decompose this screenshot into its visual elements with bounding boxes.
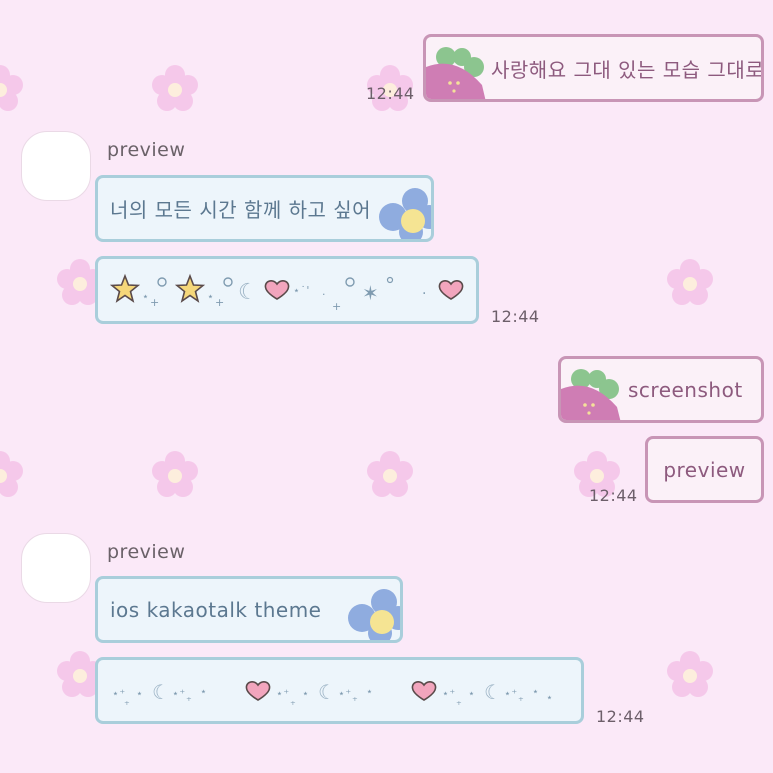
svg-text:⋆: ⋆: [366, 685, 373, 698]
emoticon-sequence: ⋆⁺ ₊ ⋆ ☾ ⋆⁺ ₊ ⋆ ⋆⁺ ₊ ⋆ ☾ ⋆⁺ ₊ ⋆ ⋆⁺ ₊ ⋆ ☾ ⋆⁺ ₊ ⋆ ⋆: [110, 660, 580, 721]
outgoing-message-bubble[interactable]: screenshot: [558, 356, 764, 423]
background-flower-icon: [0, 450, 25, 500]
svg-text:⋆: ⋆: [468, 687, 475, 700]
svg-text:⋆: ⋆: [546, 691, 553, 704]
outgoing-message-bubble[interactable]: 사랑해요 그대 있는 모습 그대로: [423, 34, 764, 102]
background-flower-icon: [665, 258, 715, 308]
heart-icon: [245, 680, 271, 701]
svg-text:⋆˙': ⋆˙': [293, 284, 310, 297]
blue-flower-icon: [379, 188, 431, 239]
heart-icon: [438, 280, 464, 300]
svg-text:⋆⁺: ⋆⁺: [172, 687, 186, 700]
incoming-message-bubble[interactable]: ⋆⁺ ₊ ⋆ ☾ ⋆⁺ ₊ ⋆ ⋆⁺ ₊ ⋆ ☾ ⋆⁺ ₊ ⋆ ⋆⁺ ₊ ⋆ ☾ ⋆⁺ ₊ ⋆ ⋆: [95, 657, 584, 724]
svg-text:⋆: ⋆: [200, 685, 207, 698]
svg-text:·: ·: [322, 288, 326, 301]
svg-text:⋆: ⋆: [136, 687, 143, 700]
message-time: 12:44: [366, 84, 415, 103]
outgoing-message-bubble[interactable]: preview: [645, 436, 764, 503]
incoming-message-bubble[interactable]: 너의 모든 시간 함께 하고 싶어: [95, 175, 434, 242]
heart-icon: [264, 280, 290, 300]
svg-text:⋆: ⋆: [532, 685, 539, 698]
background-flower-icon: [365, 450, 415, 500]
svg-text:₊: ₊: [352, 691, 358, 704]
blue-flower-icon: [348, 589, 400, 640]
message-text: 사랑해요 그대 있는 모습 그대로: [491, 57, 764, 82]
svg-text:⋆⁺: ⋆⁺: [338, 687, 352, 700]
svg-text:☾: ☾: [318, 680, 336, 704]
svg-text:⋆⁺: ⋆⁺: [442, 687, 456, 700]
incoming-message-bubble[interactable]: ios kakaotalk theme: [95, 576, 403, 643]
svg-text:+: +: [215, 296, 225, 309]
svg-text:₊: ₊: [518, 691, 524, 704]
message-text: screenshot: [628, 377, 743, 402]
moon-icon: ☾: [238, 280, 258, 305]
message-text: 너의 모든 시간 함께 하고 싶어: [110, 198, 372, 222]
sender-name: preview: [107, 541, 186, 563]
background-flower-icon: [0, 64, 25, 114]
svg-text:⋆: ⋆: [302, 687, 309, 700]
message-text: preview: [663, 457, 746, 482]
svg-text:·: ·: [422, 286, 427, 302]
message-time: 12:44: [491, 307, 540, 326]
background-flower-icon: [150, 64, 200, 114]
star-icon: [110, 273, 141, 303]
svg-text:+: +: [150, 296, 160, 309]
background-flower-icon: [665, 650, 715, 700]
star-icon: [174, 273, 206, 303]
svg-text:⋆: ⋆: [207, 290, 214, 303]
emoticon-sequence: ⋆ + ⋆ + ☾ ⋆˙' · + ✶ ·: [110, 259, 470, 321]
svg-text:⋆⁺: ⋆⁺: [504, 687, 518, 700]
svg-text:+: +: [332, 300, 342, 310]
heart-icon: [411, 680, 437, 701]
svg-text:☾: ☾: [152, 680, 170, 704]
svg-text:₊: ₊: [186, 691, 192, 704]
message-time: 12:44: [589, 486, 638, 505]
message-time: 12:44: [596, 707, 645, 726]
svg-text:⋆⁺: ⋆⁺: [276, 687, 290, 700]
svg-text:₊: ₊: [290, 695, 296, 708]
background-flower-icon: [150, 450, 200, 500]
message-text: ios kakaotalk theme: [110, 597, 322, 622]
svg-text:₊: ₊: [456, 695, 462, 708]
incoming-message-bubble[interactable]: ⋆ + ⋆ + ☾ ⋆˙' · + ✶ ·: [95, 256, 479, 324]
svg-text:✶: ✶: [362, 281, 379, 305]
svg-text:₊: ₊: [124, 695, 130, 708]
avatar[interactable]: [21, 131, 91, 201]
sender-name: preview: [107, 139, 186, 161]
avatar[interactable]: [21, 533, 91, 603]
svg-text:⋆: ⋆: [142, 290, 149, 303]
svg-text:☾: ☾: [484, 680, 502, 704]
